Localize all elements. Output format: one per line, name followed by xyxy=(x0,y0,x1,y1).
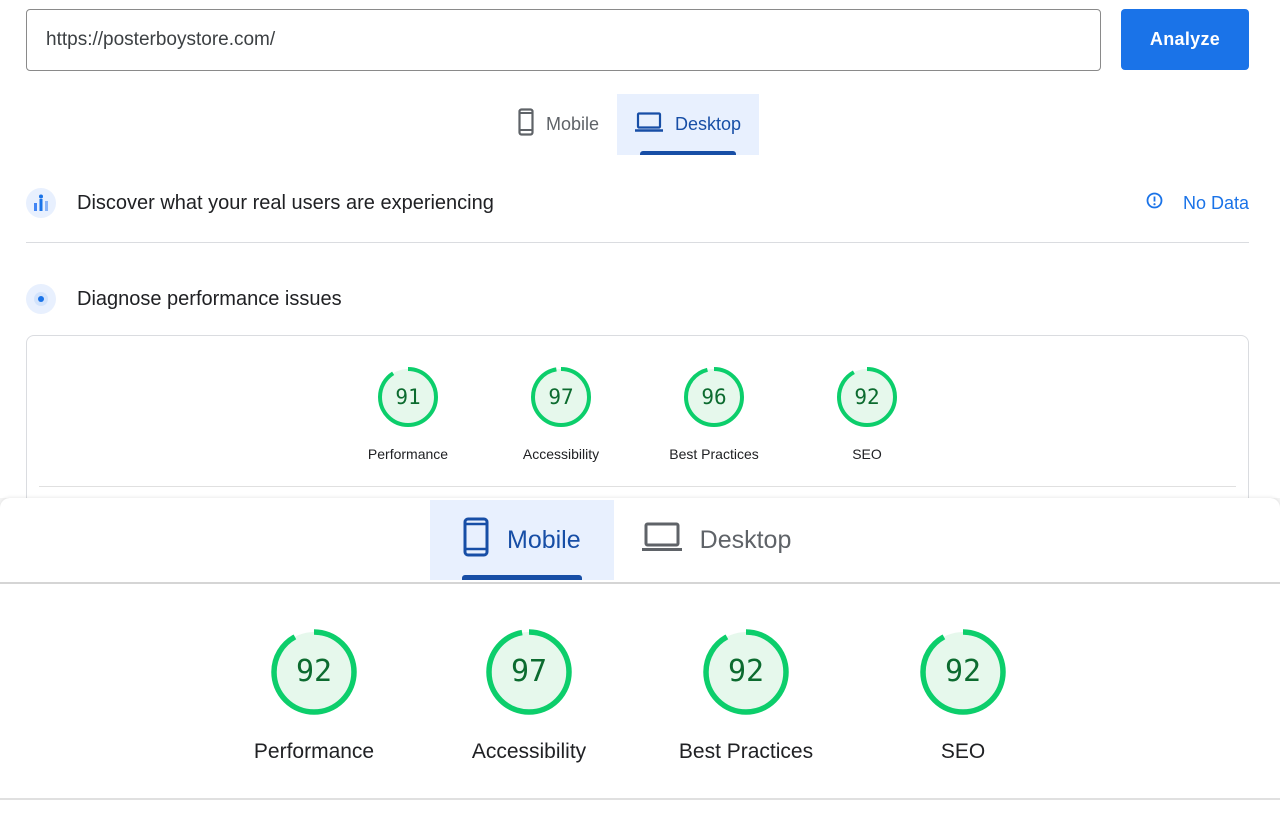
tab-mobile[interactable]: Mobile xyxy=(500,94,617,155)
score-value: 91 xyxy=(395,385,421,409)
laptop-icon xyxy=(641,522,700,559)
score-value: 97 xyxy=(510,654,548,689)
active-tab-indicator xyxy=(462,575,582,580)
diagnose-title: Diagnose performance issues xyxy=(77,287,342,310)
tab-desktop-label: Desktop xyxy=(699,525,792,554)
score-label: Performance xyxy=(367,446,449,462)
gauge-accessibility[interactable]: 97 Accessibility xyxy=(523,366,599,462)
score-value: 92 xyxy=(727,654,765,689)
score-label: Accessibility xyxy=(522,446,600,462)
phone-icon xyxy=(518,108,546,141)
field-data-section[interactable]: Discover what your real users are experi… xyxy=(26,188,1249,218)
analyze-button[interactable]: Analyze xyxy=(1121,9,1249,70)
score-label: Best Practices xyxy=(678,740,814,763)
score-label: SEO xyxy=(852,446,882,462)
lab-target-icon xyxy=(26,284,56,314)
gauge-performance[interactable]: 91 Performance xyxy=(368,366,448,462)
info-icon xyxy=(1146,192,1183,214)
score-value: 92 xyxy=(944,654,982,689)
device-tabs: Mobile Desktop xyxy=(500,94,760,155)
divider xyxy=(26,242,1249,243)
gauge-seo[interactable]: 92 SEO xyxy=(919,628,1007,763)
gauge-best-practices[interactable]: 96 Best Practices xyxy=(669,366,759,462)
laptop-icon xyxy=(635,112,675,137)
score-label: Best Practices xyxy=(669,446,759,462)
divider xyxy=(39,486,1236,487)
score-value: 92 xyxy=(295,654,333,689)
score-value: 96 xyxy=(701,385,727,409)
mobile-report-panel: Mobile Desktop 92 Performance 97 Accessi… xyxy=(0,498,1280,814)
device-tabs: Mobile Desktop xyxy=(430,500,824,580)
gauge-performance[interactable]: 92 Performance xyxy=(254,628,374,763)
gauge-accessibility[interactable]: 97 Accessibility xyxy=(472,628,586,763)
gauge-best-practices[interactable]: 92 Best Practices xyxy=(679,628,813,763)
score-value: 92 xyxy=(854,385,880,409)
score-label: SEO xyxy=(940,740,986,763)
score-label: Accessibility xyxy=(471,740,587,763)
score-label: Performance xyxy=(253,740,375,763)
tab-desktop-label: Desktop xyxy=(675,114,742,134)
diagnose-section: Diagnose performance issues xyxy=(26,284,1249,314)
users-chart-icon xyxy=(26,188,56,218)
tab-mobile-label: Mobile xyxy=(507,525,581,554)
tab-desktop[interactable]: Desktop xyxy=(617,94,760,155)
field-data-title: Discover what your real users are experi… xyxy=(77,191,494,214)
tab-desktop[interactable]: Desktop xyxy=(614,500,825,580)
desktop-report-panel: Analyze Mobile Desktop Discover what you… xyxy=(0,0,1280,535)
tab-mobile-label: Mobile xyxy=(546,114,600,134)
no-data-link[interactable]: No Data xyxy=(1146,192,1249,214)
divider xyxy=(0,582,1280,584)
phone-icon xyxy=(463,517,507,564)
divider xyxy=(0,798,1280,800)
gauge-seo[interactable]: 92 SEO xyxy=(836,366,898,462)
url-input[interactable] xyxy=(26,9,1101,71)
score-value: 97 xyxy=(548,385,574,409)
tab-mobile[interactable]: Mobile xyxy=(430,500,614,580)
no-data-label: No Data xyxy=(1182,192,1249,213)
active-tab-indicator xyxy=(640,151,737,155)
